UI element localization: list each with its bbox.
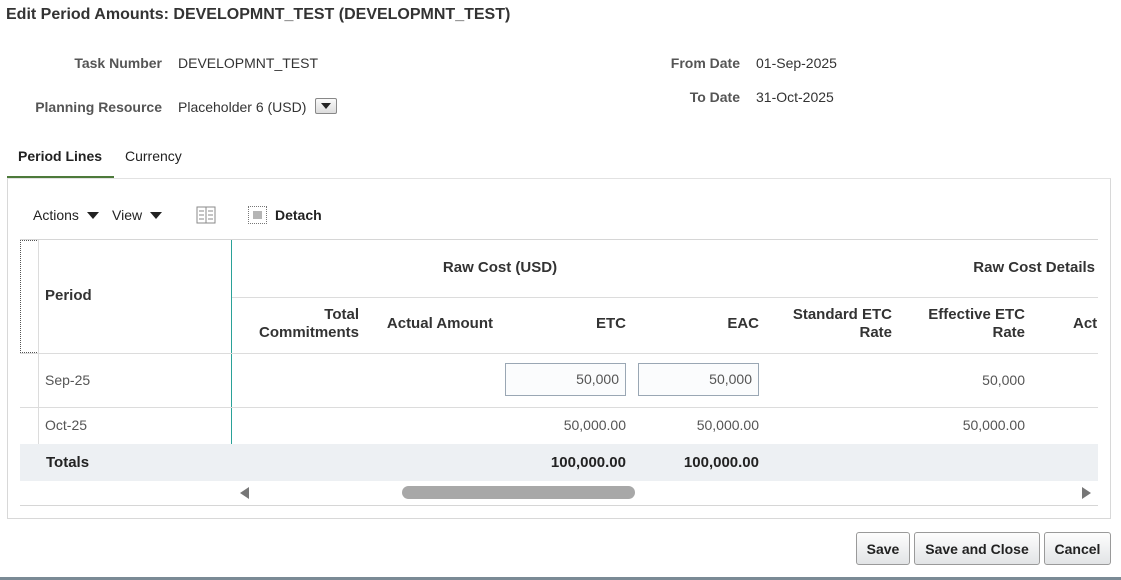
raw-cost-details-group-header: Raw Cost Details — [973, 259, 1095, 276]
eac-cell: 50,000.00 — [696, 417, 759, 433]
detach-button[interactable]: Detach — [275, 207, 322, 223]
to-date-value: 31-Oct-2025 — [756, 89, 834, 105]
view-menu-label: View — [112, 207, 143, 223]
etc-input[interactable]: 50,000 — [505, 363, 626, 396]
scroll-thumb[interactable] — [402, 486, 635, 499]
total-commitments-column-header[interactable]: Total Commitments — [239, 306, 359, 342]
tab-currency[interactable]: Currency — [125, 148, 182, 164]
cancel-button[interactable]: Cancel — [1044, 532, 1111, 565]
table-row[interactable]: Sep-25 50,000 50,000 50,000 — [20, 354, 1098, 407]
view-menu[interactable]: View — [112, 207, 163, 223]
etc-column-header[interactable]: ETC — [520, 315, 626, 333]
planning-resource-value: Placeholder 6 (USD) — [178, 99, 307, 115]
period-cell: Oct-25 — [45, 417, 88, 433]
planning-resource-dropdown-button[interactable] — [315, 98, 337, 114]
save-and-close-button[interactable]: Save and Close — [914, 532, 1040, 565]
save-button[interactable]: Save — [856, 532, 910, 565]
etc-total: 100,000.00 — [550, 454, 626, 471]
tab-period-lines[interactable]: Period Lines — [7, 148, 114, 179]
period-table: Period Raw Cost (USD) Raw Cost Details T… — [20, 239, 1098, 481]
actions-menu[interactable]: Actions — [33, 207, 99, 223]
from-date-label: From Date — [670, 55, 740, 71]
actual-amount-column-header[interactable]: Actual Amount — [370, 315, 493, 333]
raw-cost-group-header: Raw Cost (USD) — [442, 259, 558, 276]
standard-etc-rate-column-header[interactable]: Standard ETC Rate — [772, 306, 892, 342]
actual-column-header-partial[interactable]: Act — [1073, 315, 1097, 333]
task-number-label: Task Number — [74, 55, 162, 71]
effective-etc-rate-cell: 50,000 — [982, 372, 1025, 388]
from-date-value: 01-Sep-2025 — [756, 55, 837, 71]
chevron-down-icon — [150, 211, 163, 219]
eac-column-header[interactable]: EAC — [650, 315, 759, 333]
eac-input[interactable]: 50,000 — [638, 363, 759, 396]
chevron-down-icon — [321, 103, 331, 109]
page-title: Edit Period Amounts: DEVELOPMNT_TEST (DE… — [6, 6, 511, 23]
header-selector-cell — [20, 240, 39, 353]
effective-etc-rate-column-header[interactable]: Effective ETC Rate — [905, 306, 1025, 342]
horizontal-scrollbar[interactable] — [20, 481, 1098, 506]
scroll-right-icon[interactable] — [1082, 487, 1091, 499]
effective-etc-rate-cell: 50,000.00 — [962, 417, 1025, 433]
etc-cell: 50,000.00 — [563, 417, 626, 433]
detach-icon[interactable] — [248, 206, 267, 224]
to-date-label: To Date — [689, 89, 740, 105]
totals-label: Totals — [46, 454, 90, 471]
freeze-columns-icon[interactable] — [196, 206, 216, 224]
task-number-value: DEVELOPMNT_TEST — [178, 55, 319, 71]
chevron-down-icon — [86, 211, 99, 219]
eac-total: 100,000.00 — [683, 454, 759, 471]
planning-resource-label: Planning Resource — [35, 99, 162, 115]
period-column-header[interactable]: Period — [45, 287, 92, 305]
period-cell: Sep-25 — [45, 372, 91, 388]
actions-menu-label: Actions — [33, 207, 79, 223]
scroll-left-icon[interactable] — [240, 487, 249, 499]
table-row[interactable]: Oct-25 50,000.00 50,000.00 50,000.00 — [20, 408, 1098, 444]
